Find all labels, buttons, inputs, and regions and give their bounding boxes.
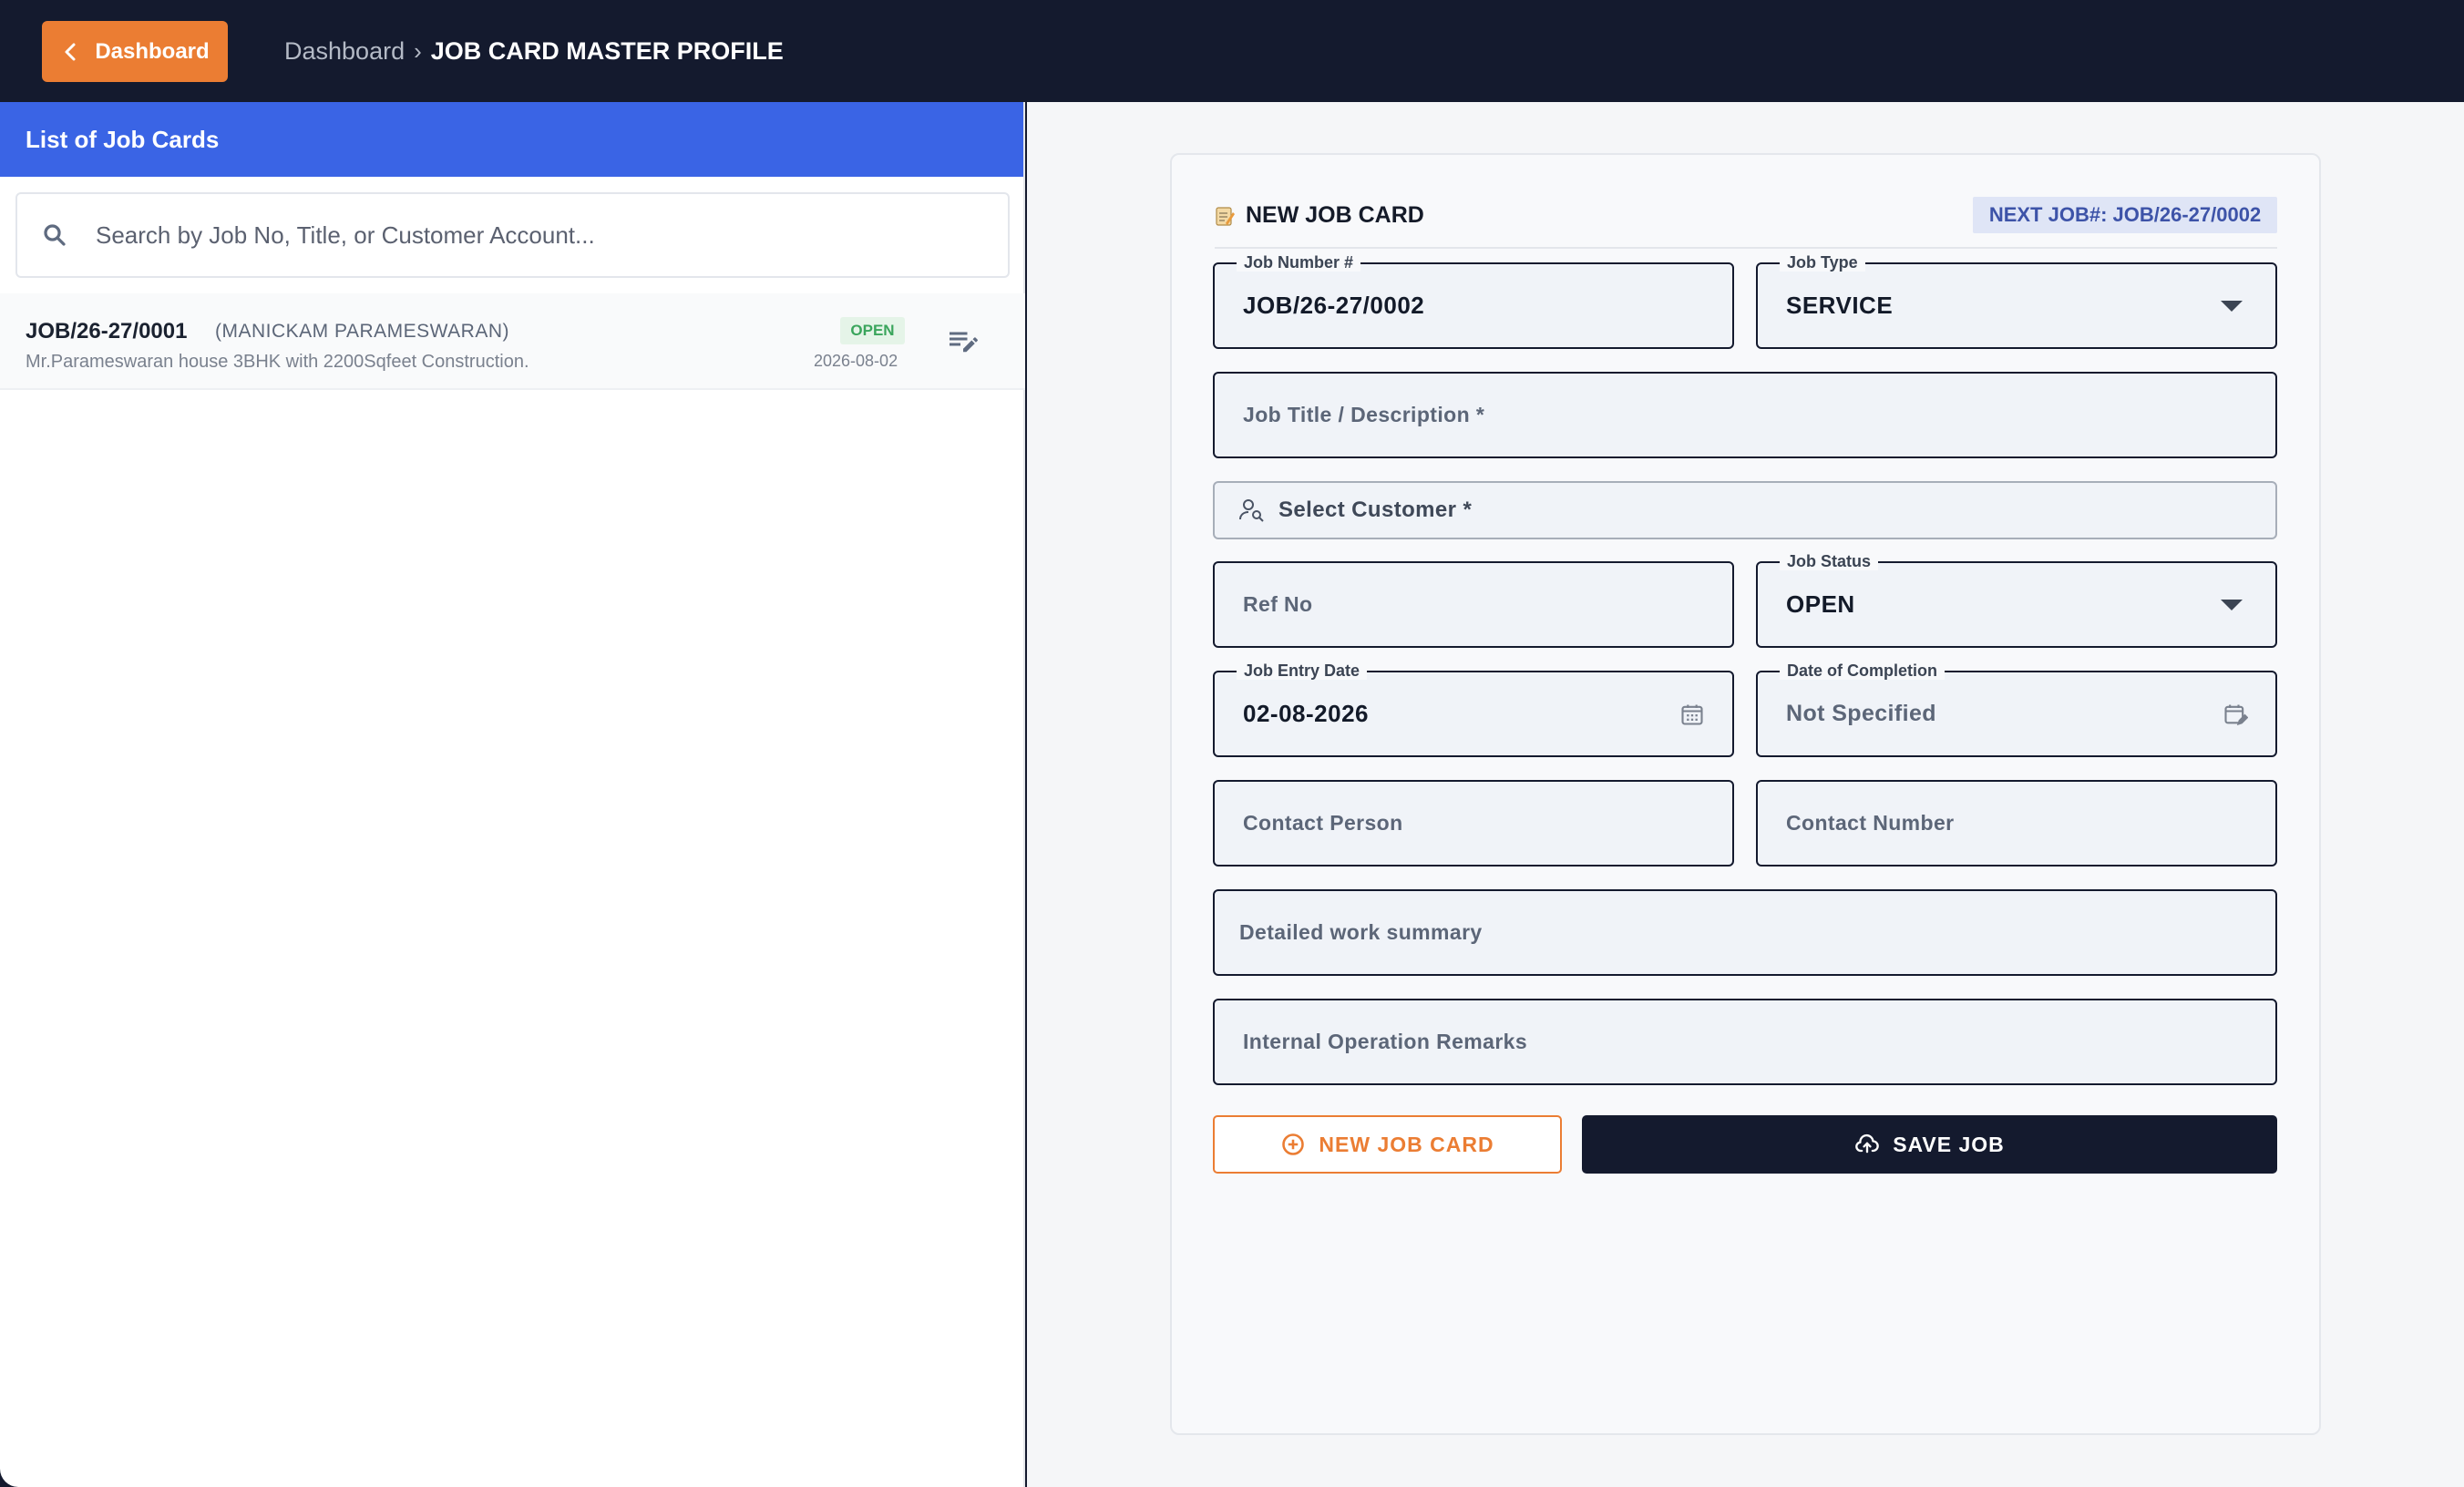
customer-select[interactable]: Select Customer * xyxy=(1213,481,2277,539)
job-list-item[interactable]: JOB/26-27/0001 (MANICKAM PARAMESWARAN) M… xyxy=(0,293,1025,390)
entry-date-value: 02-08-2026 xyxy=(1243,700,1369,727)
contact-number-placeholder: Contact Number xyxy=(1786,811,1955,835)
search-icon xyxy=(44,224,66,246)
next-job-badge: NEXT JOB#: JOB/26-27/0002 xyxy=(1973,197,2277,233)
breadcrumb-separator: › xyxy=(414,36,422,65)
top-bar: Dashboard Dashboard › JOB CARD MASTER PR… xyxy=(0,0,2464,102)
contact-person-placeholder: Contact Person xyxy=(1243,811,1403,835)
contact-person-field[interactable]: Contact Person xyxy=(1213,780,1734,867)
work-summary-field[interactable]: Detailed work summary xyxy=(1213,889,2277,976)
job-search-box[interactable] xyxy=(15,192,1010,278)
remarks-placeholder: Internal Operation Remarks xyxy=(1243,1030,1528,1053)
save-job-label: SAVE JOB xyxy=(1893,1132,2005,1156)
job-title-placeholder: Job Title / Description * xyxy=(1243,403,1485,426)
ref-no-field[interactable]: Ref No xyxy=(1213,561,1734,648)
dashboard-back-button[interactable]: Dashboard xyxy=(42,21,228,82)
job-number-value: JOB/26-27/0002 xyxy=(1243,292,1425,319)
add-circle-icon xyxy=(1282,1133,1305,1155)
customer-placeholder: Select Customer * xyxy=(1278,497,1473,522)
edit-list-icon[interactable] xyxy=(947,325,980,358)
form-title-text: NEW JOB CARD xyxy=(1246,202,1424,228)
breadcrumb-dashboard-link[interactable]: Dashboard xyxy=(284,37,405,66)
new-job-card-button[interactable]: NEW JOB CARD xyxy=(1213,1115,1562,1174)
job-title-field[interactable]: Job Title / Description * xyxy=(1213,372,2277,458)
job-status-value: OPEN xyxy=(1786,590,1855,618)
job-item-date: 2026-08-02 xyxy=(814,352,898,370)
job-number-field[interactable]: Job Number # JOB/26-27/0002 xyxy=(1213,253,1734,349)
save-job-button[interactable]: SAVE JOB xyxy=(1582,1115,2277,1174)
completion-date-field[interactable]: Date of Completion Not Specified xyxy=(1756,661,2277,757)
contact-number-field[interactable]: Contact Number xyxy=(1756,780,2277,867)
form-title: NEW JOB CARD xyxy=(1215,202,1424,229)
job-item-status-badge: OPEN xyxy=(840,317,905,344)
job-item-description: Mr.Parameswaran house 3BHK with 2200Sqfe… xyxy=(26,352,529,372)
job-status-select[interactable]: Job Status OPEN xyxy=(1756,552,2277,648)
chevron-left-icon xyxy=(65,43,76,60)
cloud-upload-icon xyxy=(1855,1133,1879,1154)
memo-icon xyxy=(1216,206,1235,226)
remarks-field[interactable]: Internal Operation Remarks xyxy=(1213,999,2277,1085)
job-type-value: SERVICE xyxy=(1786,292,1894,319)
job-search-input[interactable] xyxy=(96,220,970,250)
ref-no-placeholder: Ref No xyxy=(1243,592,1313,616)
job-list-panel: List of Job Cards JOB/26-27/0001 (MANICK… xyxy=(0,102,1025,1487)
new-job-card-label: NEW JOB CARD xyxy=(1319,1132,1494,1156)
breadcrumb: Dashboard › JOB CARD MASTER PROFILE xyxy=(284,33,784,69)
calendar-edit-icon[interactable] xyxy=(2223,702,2248,727)
entry-date-field[interactable]: Job Entry Date 02-08-2026 xyxy=(1213,661,1734,757)
work-summary-placeholder: Detailed work summary xyxy=(1239,920,1483,944)
dashboard-back-label: Dashboard xyxy=(95,38,210,64)
job-type-select[interactable]: Job Type SERVICE xyxy=(1756,253,2277,349)
job-item-number: JOB/26-27/0001 xyxy=(26,319,188,344)
calendar-icon[interactable] xyxy=(1679,702,1705,727)
completion-date-value: Not Specified xyxy=(1786,701,1936,726)
job-list-header: List of Job Cards xyxy=(0,102,1023,177)
page-title: JOB CARD MASTER PROFILE xyxy=(430,36,784,65)
person-search-icon xyxy=(1239,499,1264,522)
dropdown-caret-icon xyxy=(2221,300,2243,312)
dropdown-caret-icon xyxy=(2221,599,2243,610)
job-item-customer: (MANICKAM PARAMESWARAN) xyxy=(215,321,510,342)
form-divider xyxy=(1215,247,2277,249)
